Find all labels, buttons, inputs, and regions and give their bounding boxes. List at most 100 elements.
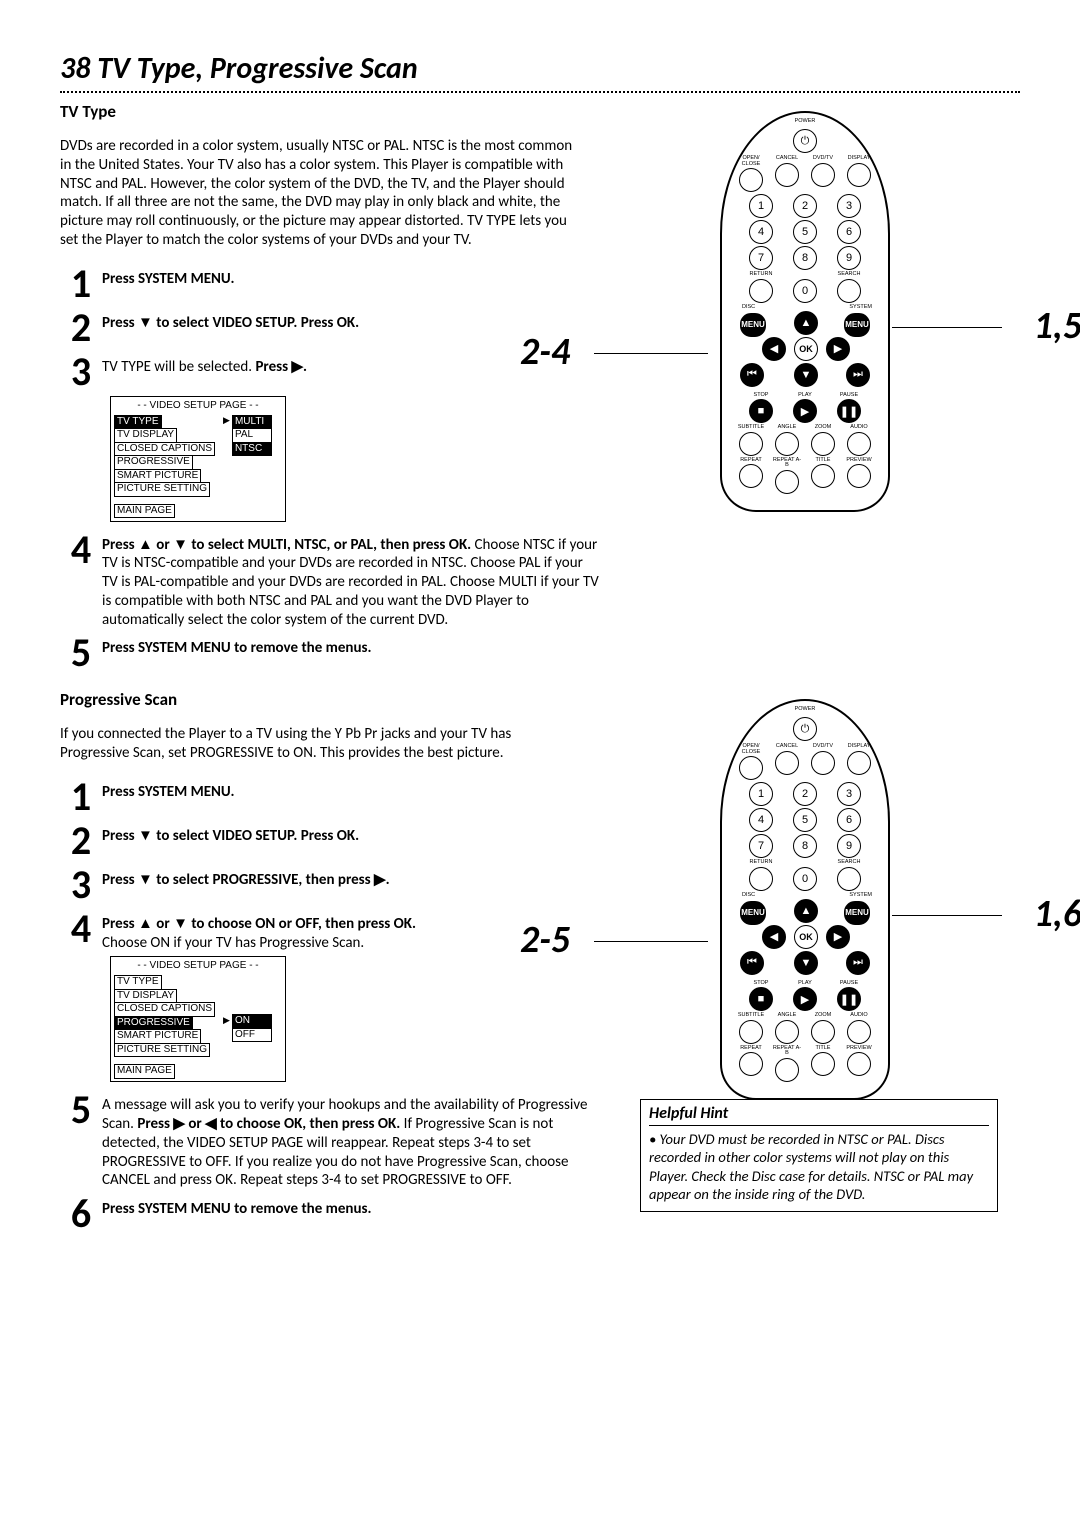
menu-arrow-icon: ▶ [221, 1015, 232, 1029]
up-button[interactable]: ▲ [794, 899, 818, 923]
down-button[interactable]: ▼ [794, 363, 818, 387]
play-button[interactable]: ▶ [793, 399, 817, 423]
num-1[interactable]: 1 [749, 194, 773, 218]
menu-item: PROGRESSIVE [114, 1016, 193, 1031]
step-num: 4 [60, 530, 102, 630]
disc-menu-button[interactable]: MENU [740, 313, 766, 337]
system-menu-button[interactable]: MENU [844, 313, 870, 337]
tvtype-step4a: Press ▲ or ▼ to select MULTI, NTSC, or P… [102, 536, 471, 554]
helpful-hint-box: Helpful Hint • Your DVD must be recorded… [640, 1099, 998, 1212]
left-button[interactable]: ◀ [762, 337, 786, 361]
dvd-tv-button[interactable] [811, 751, 835, 775]
cancel-button[interactable] [775, 163, 799, 187]
menu-opt: OFF [232, 1028, 272, 1043]
page-heading: TV Type, Progressive Scan [97, 50, 417, 87]
tvtype-step1: Press SYSTEM MENU. [102, 270, 235, 288]
display-button[interactable] [847, 163, 871, 187]
tvtype-step5: Press SYSTEM MENU to remove the menus. [102, 639, 372, 657]
return-button[interactable] [749, 279, 773, 303]
open-close-button[interactable] [739, 168, 763, 192]
num-9[interactable]: 9 [837, 246, 861, 270]
num-0[interactable]: 0 [793, 867, 817, 891]
preview-button[interactable] [847, 464, 871, 488]
num-1[interactable]: 1 [749, 782, 773, 806]
cancel-button[interactable] [775, 751, 799, 775]
angle-button[interactable] [775, 432, 799, 456]
num-4[interactable]: 4 [749, 220, 773, 244]
title-button[interactable] [811, 1052, 835, 1076]
num-7[interactable]: 7 [749, 834, 773, 858]
disc-menu-button[interactable]: MENU [740, 901, 766, 925]
title-button[interactable] [811, 464, 835, 488]
power-button[interactable]: ⏻ [793, 129, 817, 153]
step-num: 6 [60, 1194, 102, 1234]
num-8[interactable]: 8 [793, 246, 817, 270]
num-6[interactable]: 6 [837, 220, 861, 244]
power-button[interactable]: ⏻ [793, 717, 817, 741]
menu-item: TV TYPE [114, 975, 162, 990]
num-0[interactable]: 0 [793, 279, 817, 303]
num-2[interactable]: 2 [793, 194, 817, 218]
angle-button[interactable] [775, 1020, 799, 1044]
display-button[interactable] [847, 751, 871, 775]
subtitle-button[interactable] [739, 1020, 763, 1044]
menu-item: CLOSED CAPTIONS [114, 442, 215, 457]
num-2[interactable]: 2 [793, 782, 817, 806]
ps-step4b: Choose ON if your TV has Progressive Sca… [102, 934, 364, 952]
step-num: 5 [60, 633, 102, 673]
up-button[interactable]: ▲ [794, 311, 818, 335]
play-button[interactable]: ▶ [793, 987, 817, 1011]
next-button[interactable]: ⏭ [846, 951, 870, 975]
preview-button[interactable] [847, 1052, 871, 1076]
menu-item: PROGRESSIVE [114, 455, 193, 470]
num-3[interactable]: 3 [837, 194, 861, 218]
zoom-button[interactable] [811, 1020, 835, 1044]
stop-button[interactable]: ■ [749, 399, 773, 423]
tvtype-step3b: Press ▶. [255, 358, 307, 376]
audio-button[interactable] [847, 432, 871, 456]
return-button[interactable] [749, 867, 773, 891]
step-num: 4 [60, 909, 102, 953]
ok-button[interactable]: OK [794, 337, 818, 361]
num-7[interactable]: 7 [749, 246, 773, 270]
num-8[interactable]: 8 [793, 834, 817, 858]
down-button[interactable]: ▼ [794, 951, 818, 975]
page-number: 38 [60, 50, 90, 87]
num-4[interactable]: 4 [749, 808, 773, 832]
tvtype-step3a: TV TYPE will be selected. [102, 358, 255, 376]
stop-button[interactable]: ■ [749, 987, 773, 1011]
num-5[interactable]: 5 [793, 808, 817, 832]
pause-button[interactable]: ❚❚ [837, 987, 861, 1011]
title-rule [60, 91, 1020, 93]
audio-button[interactable] [847, 1020, 871, 1044]
page-title: 38 TV Type, Progressive Scan [60, 50, 1020, 87]
next-button[interactable]: ⏭ [846, 363, 870, 387]
menu-item: PICTURE SETTING [114, 482, 210, 497]
zoom-button[interactable] [811, 432, 835, 456]
search-button[interactable] [837, 867, 861, 891]
callout-left: 2-4 [520, 329, 570, 375]
dvd-tv-button[interactable] [811, 163, 835, 187]
repeat-ab-button[interactable] [775, 1058, 799, 1082]
left-button[interactable]: ◀ [762, 925, 786, 949]
step-num: 3 [60, 865, 102, 905]
right-button[interactable]: ▶ [826, 925, 850, 949]
open-close-button[interactable] [739, 756, 763, 780]
system-menu-button[interactable]: MENU [844, 901, 870, 925]
num-3[interactable]: 3 [837, 782, 861, 806]
repeat-button[interactable] [739, 464, 763, 488]
prev-button[interactable]: ⏮ [740, 951, 764, 975]
power-label: POWER [795, 707, 816, 713]
prev-button[interactable]: ⏮ [740, 363, 764, 387]
num-9[interactable]: 9 [837, 834, 861, 858]
search-button[interactable] [837, 279, 861, 303]
pause-button[interactable]: ❚❚ [837, 399, 861, 423]
num-6[interactable]: 6 [837, 808, 861, 832]
repeat-ab-button[interactable] [775, 470, 799, 494]
ok-button[interactable]: OK [794, 925, 818, 949]
subtitle-button[interactable] [739, 432, 763, 456]
step-num: 1 [60, 264, 102, 304]
repeat-button[interactable] [739, 1052, 763, 1076]
num-5[interactable]: 5 [793, 220, 817, 244]
right-button[interactable]: ▶ [826, 337, 850, 361]
